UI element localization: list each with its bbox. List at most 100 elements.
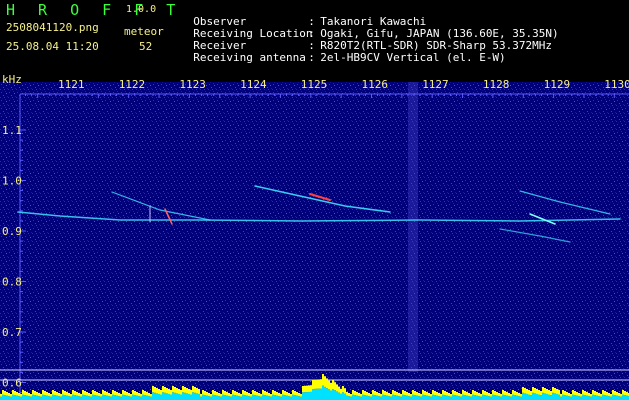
histogram-bar-yellow [290, 394, 292, 397]
histogram-bar-cyan [256, 395, 258, 400]
histogram-bar-cyan [554, 393, 556, 400]
histogram-bar-yellow [354, 391, 356, 396]
histogram-bar-cyan [144, 395, 146, 400]
histogram-bar-yellow [464, 391, 466, 396]
histogram-bar-yellow [522, 387, 524, 393]
histogram-bar-yellow [76, 392, 78, 396]
histogram-bar-cyan [626, 395, 628, 400]
histogram-bar-yellow [582, 390, 584, 395]
histogram-bar-yellow [100, 394, 102, 397]
histogram-bar-cyan [508, 396, 510, 400]
histogram-bar-yellow [458, 393, 460, 397]
histogram-bar-yellow [444, 391, 446, 396]
histogram-bar-yellow [156, 388, 158, 394]
histogram-bar-cyan [536, 393, 538, 400]
histogram-bar-yellow [2, 390, 4, 395]
histogram-bar-cyan [274, 395, 276, 400]
histogram-bar-yellow [18, 393, 20, 397]
histogram-bar-cyan [156, 393, 158, 400]
histogram-bar-cyan [618, 396, 620, 400]
histogram-bar-cyan [172, 392, 174, 400]
histogram-bar-yellow [406, 392, 408, 396]
histogram-bar-cyan [296, 395, 298, 400]
histogram-bar-cyan [82, 394, 84, 400]
histogram-bar-yellow [308, 385, 310, 392]
histogram-bar-cyan [540, 395, 542, 400]
histogram-bar-yellow [154, 387, 156, 393]
histogram-bar-cyan [488, 396, 490, 400]
histogram-bar-yellow [200, 394, 202, 397]
histogram-bar-yellow [466, 392, 468, 396]
histogram-bar-cyan [586, 395, 588, 400]
histogram-bar-cyan [202, 394, 204, 400]
histogram-bar-yellow [370, 394, 372, 397]
histogram-bar-cyan [598, 396, 600, 400]
histogram-bar-cyan [532, 392, 534, 400]
histogram-bar-yellow [210, 394, 212, 397]
histogram-bar-yellow [310, 385, 312, 392]
meteor-label: meteor [124, 25, 164, 38]
histogram-bar-cyan [502, 394, 504, 400]
histogram-bar-cyan [346, 395, 348, 400]
histogram-bar-cyan [310, 391, 312, 400]
histogram-bar-cyan [244, 395, 246, 400]
histogram-bar-yellow [382, 390, 384, 395]
histogram-bar-yellow [304, 385, 306, 393]
histogram-bar-cyan [8, 396, 10, 400]
histogram-bar-cyan [612, 394, 614, 400]
x-tick-label: 1124 [240, 78, 267, 91]
histogram-bar-yellow [602, 390, 604, 395]
histogram-bar-yellow [162, 386, 164, 393]
histogram-bar-cyan [326, 388, 328, 400]
histogram-bar-yellow [68, 393, 70, 397]
histogram-bar-cyan [174, 392, 176, 400]
histogram-bar-cyan [36, 395, 38, 400]
histogram-bar-yellow [32, 390, 34, 395]
histogram-bar-cyan [236, 395, 238, 400]
histogram-bar-cyan [226, 395, 228, 400]
histogram-bar-cyan [474, 395, 476, 400]
histogram-bar-cyan [344, 393, 346, 400]
histogram-bar-yellow [560, 394, 562, 397]
histogram-bar-yellow [278, 393, 280, 397]
histogram-bar-yellow [248, 393, 250, 397]
histogram-bar-cyan [258, 396, 260, 400]
histogram-bar-yellow [288, 393, 290, 397]
histogram-bar-yellow [340, 388, 342, 394]
histogram-bar-cyan [342, 392, 344, 400]
histogram-bar-cyan [22, 394, 24, 400]
histogram-bar-cyan [572, 394, 574, 400]
histogram-bar-cyan [426, 395, 428, 400]
histogram-bar-yellow [188, 389, 190, 394]
histogram-bar-yellow [624, 391, 626, 396]
histogram-bar-yellow [338, 386, 340, 393]
histogram-bar-yellow [384, 391, 386, 396]
histogram-bar-cyan [58, 396, 60, 400]
histogram-bar-cyan [588, 396, 590, 400]
histogram-bar-yellow [418, 393, 420, 397]
histogram-bar-yellow [586, 392, 588, 396]
histogram-bar-cyan [212, 394, 214, 400]
histogram-bar-yellow [126, 392, 128, 396]
histogram-bar-yellow [460, 394, 462, 397]
histogram-bar-yellow [626, 392, 628, 396]
histogram-bar-yellow [238, 393, 240, 397]
histogram-bar-yellow [568, 393, 570, 397]
histogram-bar-cyan [16, 395, 18, 400]
histogram-bar-yellow [620, 394, 622, 397]
histogram-bar-yellow [408, 393, 410, 397]
histogram-bar-cyan [558, 394, 560, 400]
histogram-bar-yellow [622, 390, 624, 395]
histogram-bar-cyan [412, 394, 414, 400]
histogram-bar-cyan [378, 396, 380, 400]
histogram-bar-cyan [92, 394, 94, 400]
histogram-bar-yellow [556, 389, 558, 394]
histogram-bar-yellow [164, 387, 166, 393]
histogram-bar-cyan [538, 394, 540, 400]
histogram-bar-yellow [192, 386, 194, 393]
histogram-bar-yellow [514, 391, 516, 396]
histogram-bar-yellow [348, 393, 350, 397]
histogram-bar-yellow [414, 391, 416, 396]
histogram-bar-yellow [38, 393, 40, 397]
histogram-bar-cyan [498, 396, 500, 400]
